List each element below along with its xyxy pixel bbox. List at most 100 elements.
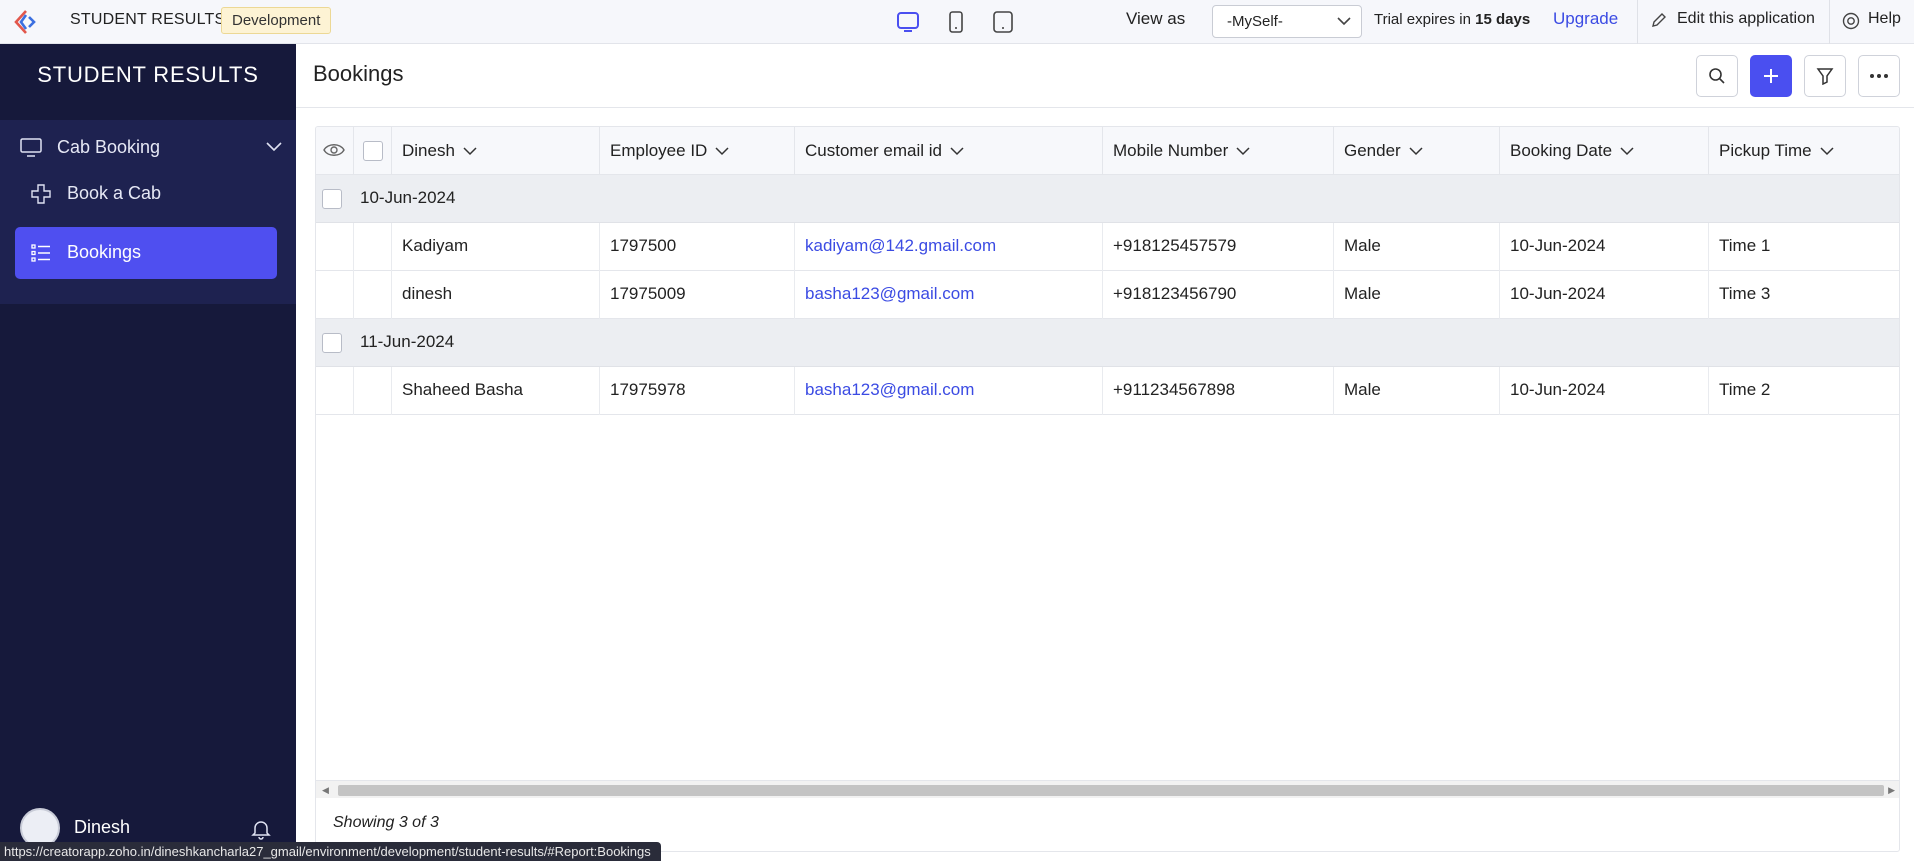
chevron-down-icon[interactable] [1409, 147, 1423, 156]
column-header[interactable]: Booking Date [1499, 127, 1708, 175]
cell-pickup-time: Time 3 [1719, 284, 1771, 303]
column-header[interactable]: Pickup Time [1708, 127, 1899, 175]
table-cell: 10-Jun-2024 [1499, 223, 1708, 271]
cell-employee-id: 17975978 [610, 380, 686, 399]
table-cell: Male [1333, 367, 1499, 415]
tablet-view-icon[interactable] [990, 9, 1016, 35]
select-all-cell [353, 127, 391, 175]
column-header[interactable]: Gender [1333, 127, 1499, 175]
sidebar-section: Cab Booking Book a Cab Bookings [0, 120, 296, 304]
horizontal-scrollbar[interactable]: ◀ ▶ [316, 780, 1899, 798]
trial-notice: Trial expires in 15 days [1374, 11, 1530, 28]
edit-application-label: Edit this application [1677, 10, 1815, 27]
view-as-label: View as [1126, 9, 1186, 28]
sidebar-title: STUDENT RESULTS [37, 62, 259, 87]
chevron-down-icon[interactable] [1236, 147, 1250, 156]
phone-view-icon[interactable] [943, 9, 969, 35]
eye-icon[interactable] [323, 142, 345, 158]
filter-icon [1816, 68, 1834, 85]
column-header[interactable]: Employee ID [599, 127, 794, 175]
search-button[interactable] [1696, 55, 1738, 97]
table-cell: dinesh [391, 271, 599, 319]
chevron-down-icon[interactable] [950, 147, 964, 156]
cell-email-link[interactable]: basha123@gmail.com [805, 284, 974, 304]
edit-application-button[interactable]: Edit this application [1651, 10, 1815, 28]
cell-booking-date: 10-Jun-2024 [1510, 284, 1606, 303]
upgrade-link[interactable]: Upgrade [1553, 9, 1618, 29]
table-cell[interactable]: basha123@gmail.com [794, 367, 1102, 415]
table-row[interactable]: dinesh 17975009 basha123@gmail.com +9181… [316, 271, 1899, 319]
chevron-down-icon[interactable] [463, 147, 477, 156]
scrollbar-thumb[interactable] [338, 785, 1884, 796]
environment-badge[interactable]: Development [221, 7, 332, 34]
more-horizontal-icon [1870, 74, 1888, 78]
table-row[interactable]: Shaheed Basha 17975978 basha123@gmail.co… [316, 367, 1899, 415]
cell-name: Kadiyam [402, 236, 469, 255]
column-header[interactable]: Customer email id [794, 127, 1102, 175]
table-cell: Male [1333, 223, 1499, 271]
sidebar-item-book-a-cab[interactable]: Book a Cab [15, 168, 277, 220]
report-header: Bookings [296, 44, 1914, 108]
table-cell: Shaheed Basha [391, 367, 599, 415]
zoho-creator-logo-icon[interactable] [12, 9, 40, 35]
add-record-button[interactable] [1750, 55, 1792, 97]
cell-gender: Male [1344, 284, 1381, 303]
row-select-cell[interactable] [353, 223, 391, 271]
group-checkbox[interactable] [322, 189, 342, 209]
help-label: Help [1868, 10, 1901, 27]
table-cell[interactable]: kadiyam@142.gmail.com [794, 223, 1102, 271]
select-all-checkbox[interactable] [363, 141, 383, 161]
chevron-down-icon[interactable] [1620, 147, 1634, 156]
cell-gender: Male [1344, 236, 1381, 255]
divider [1637, 0, 1638, 44]
sidebar-group-label: Cab Booking [57, 137, 161, 157]
column-label: Dinesh [402, 141, 455, 160]
group-label: 11-Jun-2024 [360, 332, 455, 351]
view-as-value: -MySelf- [1227, 13, 1283, 30]
chevron-down-icon[interactable] [1820, 147, 1834, 156]
column-label: Pickup Time [1719, 141, 1812, 160]
row-select-cell[interactable] [353, 271, 391, 319]
cell-mobile: +918125457579 [1113, 236, 1237, 255]
plus-cross-icon [31, 184, 51, 204]
help-button[interactable]: Help [1842, 10, 1901, 30]
sidebar-item-bookings[interactable]: Bookings [15, 227, 277, 279]
sidebar-group-cab-booking[interactable]: Cab Booking [20, 134, 282, 162]
filter-button[interactable] [1804, 55, 1846, 97]
desktop-view-icon[interactable] [895, 9, 921, 35]
cell-booking-date: 10-Jun-2024 [1510, 380, 1606, 399]
chevron-down-icon[interactable] [715, 147, 729, 156]
table-header: Dinesh Employee ID Customer email id Mob… [316, 127, 1899, 175]
column-header[interactable]: Dinesh [391, 127, 599, 175]
cell-gender: Male [1344, 380, 1381, 399]
cell-booking-date: 10-Jun-2024 [1510, 236, 1606, 255]
cell-email-link[interactable]: basha123@gmail.com [805, 380, 974, 400]
app-name: STUDENT RESULTS [70, 11, 226, 28]
group-checkbox[interactable] [322, 333, 342, 353]
cell-email-link[interactable]: kadiyam@142.gmail.com [805, 236, 996, 256]
column-header[interactable]: Mobile Number [1102, 127, 1333, 175]
view-as-select[interactable]: -MySelf- [1212, 5, 1362, 38]
status-url-tooltip: https://creatorapp.zoho.in/dineshkanchar… [0, 842, 661, 861]
table-cell: 10-Jun-2024 [1499, 367, 1708, 415]
group-row[interactable]: 10-Jun-2024 [316, 175, 1899, 223]
column-label: Gender [1344, 141, 1401, 160]
cell-mobile: +918123456790 [1113, 284, 1237, 303]
group-row[interactable]: 11-Jun-2024 [316, 319, 1899, 367]
table-cell[interactable]: basha123@gmail.com [794, 271, 1102, 319]
table-cell: +918125457579 [1102, 223, 1333, 271]
scroll-right-icon[interactable]: ▶ [1888, 785, 1895, 796]
chevron-down-icon[interactable] [266, 142, 282, 152]
scroll-left-icon[interactable]: ◀ [322, 785, 329, 796]
column-label: Booking Date [1510, 141, 1613, 160]
pencil-icon [1652, 13, 1666, 27]
row-select-cell[interactable] [353, 367, 391, 415]
column-label: Mobile Number [1113, 141, 1229, 160]
column-label: Employee ID [610, 141, 708, 160]
table-row[interactable]: Kadiyam 1797500 kadiyam@142.gmail.com +9… [316, 223, 1899, 271]
bell-icon[interactable] [250, 818, 272, 840]
sidebar-item-label: Bookings [67, 242, 142, 262]
cell-employee-id: 17975009 [610, 284, 686, 303]
more-options-button[interactable] [1858, 55, 1900, 97]
trial-prefix: Trial expires in [1374, 11, 1471, 28]
